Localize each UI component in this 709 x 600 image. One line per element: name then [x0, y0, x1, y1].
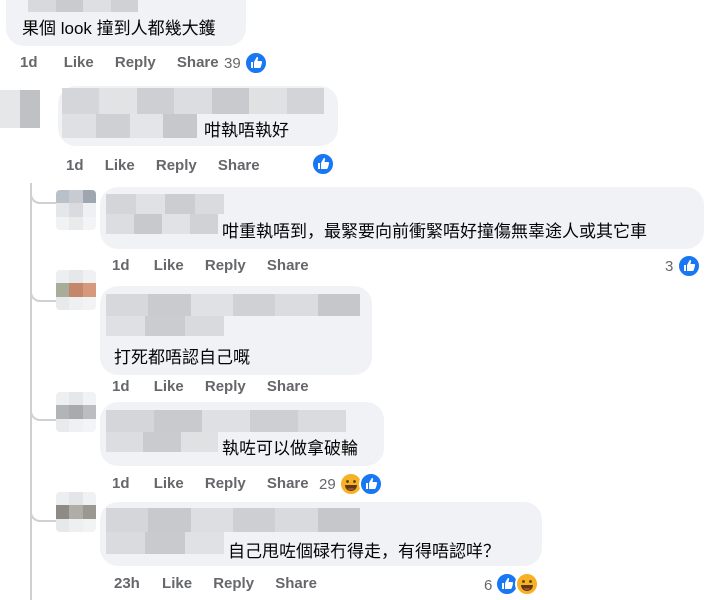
like-button[interactable]: Like: [154, 257, 184, 274]
reaction-count[interactable]: 29: [319, 476, 336, 493]
blurred-username: [106, 194, 224, 214]
reply-button[interactable]: Reply: [156, 157, 197, 174]
like-icon: [677, 254, 701, 278]
comment-text: 打死都唔認自己嘅: [114, 348, 250, 367]
haha-icon: [515, 572, 539, 596]
avatar: [56, 270, 96, 310]
blurred-username: [106, 316, 224, 336]
blurred-username: [106, 410, 346, 432]
reaction-count[interactable]: 6: [484, 577, 492, 594]
avatar: [56, 190, 96, 230]
like-button[interactable]: Like: [154, 378, 184, 395]
like-icon: [311, 152, 335, 176]
reaction-count[interactable]: 3: [665, 258, 673, 275]
like-button[interactable]: Like: [105, 157, 135, 174]
like-icon: [244, 51, 268, 75]
avatar: [56, 392, 96, 432]
blurred-username: [62, 114, 197, 138]
share-button[interactable]: Share: [267, 378, 309, 395]
like-button[interactable]: Like: [162, 575, 192, 592]
comment-time[interactable]: 1d: [20, 54, 38, 71]
comment-actions: 1d Like Reply Share: [66, 157, 260, 174]
blurred-username: [106, 532, 224, 554]
comment-actions: 23h Like Reply Share: [114, 575, 317, 592]
share-button[interactable]: Share: [267, 475, 309, 492]
reply-button[interactable]: Reply: [205, 257, 246, 274]
comment-actions: 1d Like Reply Share: [112, 475, 309, 492]
comment-text: 執咗可以做拿破輪: [222, 439, 358, 458]
share-button[interactable]: Share: [267, 257, 309, 274]
reaction-count[interactable]: 39: [224, 55, 241, 72]
blurred-username: [28, 0, 138, 12]
reply-button[interactable]: Reply: [205, 378, 246, 395]
blurred-username: [106, 432, 218, 452]
comment-time[interactable]: 1d: [112, 257, 130, 274]
thread-line-main: [30, 183, 32, 600]
reply-button[interactable]: Reply: [115, 54, 156, 71]
comment-text: 果個 look 撞到人都幾大鑊: [22, 19, 216, 38]
comment-time[interactable]: 23h: [114, 575, 140, 592]
blurred-username: [106, 214, 218, 234]
like-button[interactable]: Like: [64, 54, 94, 71]
share-button[interactable]: Share: [177, 54, 219, 71]
comment-actions: 1d Like Reply Share: [112, 257, 309, 274]
comment-time[interactable]: 1d: [112, 475, 130, 492]
share-button[interactable]: Share: [218, 157, 260, 174]
comment-actions: 1d Like Reply Share: [20, 54, 219, 71]
share-button[interactable]: Share: [275, 575, 317, 592]
avatar: [56, 492, 96, 532]
reply-button[interactable]: Reply: [205, 475, 246, 492]
blurred-username: [106, 508, 360, 532]
like-button[interactable]: Like: [154, 475, 184, 492]
comment-actions: 1d Like Reply Share: [112, 378, 309, 395]
comment-time[interactable]: 1d: [66, 157, 84, 174]
like-icon: [359, 472, 383, 496]
blurred-username: [62, 88, 324, 114]
comment-text: 咁執唔執好: [204, 121, 289, 140]
comment-time[interactable]: 1d: [112, 378, 130, 395]
blurred-avatar: [0, 90, 40, 128]
comment-text: 咁重執唔到，最緊要向前衝緊唔好撞傷無辜途人或其它車: [222, 222, 647, 241]
reply-button[interactable]: Reply: [213, 575, 254, 592]
comment-text: 自己甩咗個碌冇得走，有得唔認咩？: [228, 542, 500, 561]
blurred-username: [106, 294, 360, 316]
